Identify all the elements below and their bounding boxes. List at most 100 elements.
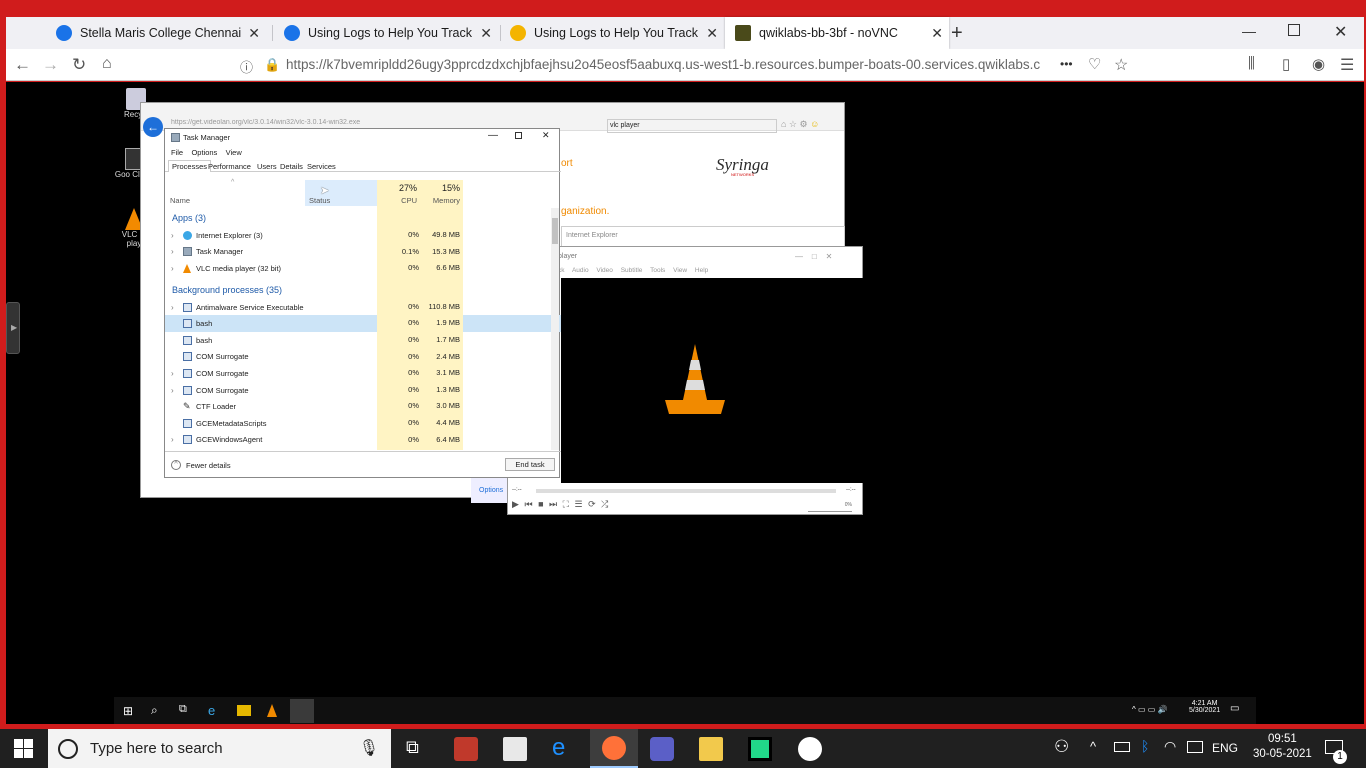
taskbar-clock[interactable]: 09:51 30-05-2021 — [1253, 733, 1312, 760]
task-view-icon[interactable]: ⧉ — [179, 703, 187, 716]
back-icon[interactable]: ← — [14, 55, 31, 75]
expand-chevron-icon[interactable]: › — [171, 264, 174, 273]
name-col-header[interactable]: Name — [170, 196, 190, 205]
language-indicator[interactable]: ENG — [1212, 741, 1238, 755]
remote-clock[interactable]: 4:21 AM 5/30/2021 — [1189, 700, 1220, 714]
teams-icon[interactable] — [650, 737, 674, 761]
file-explorer-icon[interactable] — [237, 705, 251, 716]
background-group-header[interactable]: Background processes (35) — [165, 282, 561, 299]
app-icon-blue[interactable] — [798, 737, 822, 761]
sidebar-icon[interactable]: ▯ — [1282, 55, 1290, 73]
home-icon[interactable]: ⌂ — [102, 55, 112, 73]
vlc-window-controls[interactable]: — □ ✕ — [795, 252, 832, 261]
close-tab-icon[interactable]: ✕ — [248, 25, 260, 42]
ie-back-icon[interactable]: ← — [143, 117, 163, 137]
end-task-button[interactable]: End task — [505, 458, 555, 471]
next-icon[interactable]: ⏭ — [549, 499, 557, 509]
tm-maximize-icon[interactable] — [515, 132, 522, 139]
minimize-icon[interactable]: — — [1242, 23, 1256, 39]
remote-notification-icon[interactable]: ▭ — [1230, 703, 1239, 714]
vlc-volume[interactable]: 0% — [808, 502, 852, 512]
taskmgr-taskbar-icon[interactable] — [290, 699, 314, 723]
microphone-icon[interactable]: 🎙 — [359, 738, 379, 758]
windows-start-icon[interactable] — [14, 739, 34, 759]
fullscreen-icon[interactable]: ⛶ — [563, 499, 569, 509]
tm-close-icon[interactable]: ✕ — [542, 130, 550, 141]
close-tab-icon[interactable]: ✕ — [480, 25, 492, 42]
menu-view[interactable]: View — [226, 148, 242, 157]
info-icon[interactable]: ⓘ — [240, 57, 253, 76]
tab-details[interactable]: Details — [280, 162, 303, 171]
table-row[interactable]: › Antimalware Service Executable 0% 110.8 M… — [165, 298, 561, 316]
stop-icon[interactable]: ■ — [538, 499, 543, 509]
forward-icon[interactable]: → — [42, 55, 59, 75]
file-explorer-icon[interactable] — [699, 737, 723, 761]
tab-services[interactable]: Services — [307, 162, 336, 171]
shuffle-icon[interactable]: ⤮ — [601, 499, 608, 509]
table-row[interactable]: ✎ CTF Loader 0% 3.0 MB — [165, 398, 561, 415]
tab-novnc[interactable]: qwiklabs-bb-3bf - noVNC ✕ — [725, 17, 949, 49]
cpu-col-header[interactable]: 27% CPU — [377, 180, 420, 206]
page-actions-button[interactable]: ••• — [1060, 57, 1073, 71]
table-row[interactable]: GCEMetadataScripts 0% 4.4 MB — [165, 415, 561, 432]
apps-group-header[interactable]: Apps (3) — [165, 210, 561, 227]
url-bar[interactable]: https://k7bvemripldd26ugy3pprcdzdxchjbfa… — [286, 51, 1066, 78]
reload-icon[interactable]: ↻ — [72, 55, 86, 75]
memory-col-header[interactable]: 15% Memory — [420, 180, 463, 206]
table-row[interactable]: › Task Manager 0.1% 15.3 MB — [165, 243, 561, 261]
new-tab-button[interactable]: + — [951, 22, 963, 45]
menu-options[interactable]: Options — [191, 148, 217, 157]
menu-icon[interactable]: ☰ — [1340, 55, 1354, 75]
loop-icon[interactable]: ⟳ — [588, 499, 596, 509]
firefox-taskbar-button[interactable] — [590, 729, 638, 768]
app-icon-game[interactable] — [454, 737, 478, 761]
vlc-seek-bar[interactable] — [536, 489, 836, 493]
bookmark-star-icon[interactable]: ☆ — [1114, 55, 1128, 75]
tab-using-logs-1[interactable]: Using Logs to Help You Track D ✕ — [274, 17, 498, 49]
close-tab-icon[interactable]: ✕ — [931, 25, 943, 42]
expand-chevron-icon[interactable]: › — [171, 435, 174, 444]
battery-icon[interactable] — [1114, 742, 1130, 752]
expand-chevron-icon[interactable]: › — [171, 231, 174, 240]
novnc-control-bar-handle[interactable]: ▶ — [6, 302, 20, 354]
bluetooth-icon[interactable]: ᛒ — [1141, 738, 1149, 754]
show-hidden-icons[interactable]: ^ — [1090, 739, 1096, 754]
account-icon[interactable]: ◉ — [1312, 55, 1325, 73]
tab-processes[interactable]: Processes — [168, 160, 212, 172]
tab-performance[interactable]: Performance — [208, 162, 251, 171]
ie-dialog[interactable]: Internet Explorer — [561, 226, 845, 248]
table-row[interactable]: › COM Surrogate 0% 1.3 MB — [165, 381, 561, 399]
tm-scrollbar[interactable] — [551, 208, 559, 450]
expand-chevron-icon[interactable]: › — [171, 369, 174, 378]
taskbar-search-box[interactable]: Type here to search 🎙 — [48, 729, 391, 768]
playlist-icon[interactable]: ☰ — [574, 499, 582, 509]
tab-users[interactable]: Users — [257, 162, 277, 171]
remote-tray-icons[interactable]: ^ ▭ ▭ 🔊 — [1132, 705, 1168, 714]
maximize-icon[interactable] — [1288, 24, 1300, 36]
expand-chevron-icon[interactable]: › — [171, 303, 174, 312]
people-icon[interactable]: ⚇ — [1054, 737, 1069, 757]
table-row[interactable]: › COM Surrogate 0% 3.1 MB — [165, 365, 561, 382]
play-icon[interactable]: ▶ — [512, 499, 519, 509]
close-tab-icon[interactable]: ✕ — [706, 25, 718, 42]
pocket-icon[interactable]: ♡ — [1088, 55, 1101, 73]
table-row[interactable]: COM Surrogate 0% 2.4 MB — [165, 348, 561, 366]
vlc-controls[interactable]: ▶ ⏮ ■ ⏭ ⛶ ☰ ⟳ ⤮ — [512, 499, 608, 510]
library-icon[interactable]: ⫼ — [1248, 55, 1255, 72]
ie-search-box[interactable]: vlc player — [607, 119, 777, 133]
ie-options-button[interactable]: Options — [471, 475, 508, 503]
search-icon[interactable]: ⌕ — [151, 703, 158, 718]
menu-file[interactable]: File — [171, 148, 183, 157]
prev-icon[interactable]: ⏮ — [524, 499, 532, 509]
expand-chevron-icon[interactable]: › — [171, 386, 174, 395]
fewer-details-link[interactable]: Fewer details — [186, 461, 231, 470]
vlc-taskbar-icon[interactable] — [267, 704, 277, 717]
edge-icon[interactable]: e — [552, 736, 576, 761]
wifi-icon[interactable]: ◠ — [1164, 738, 1176, 755]
close-window-icon[interactable]: ✕ — [1334, 22, 1347, 42]
table-row[interactable]: › Internet Explorer (3) 0% 49.8 MB — [165, 227, 561, 244]
task-view-icon[interactable]: ⧉ — [406, 737, 430, 761]
tab-using-logs-2[interactable]: Using Logs to Help You Track D ✕ — [500, 17, 724, 49]
table-row[interactable]: bash 0% 1.9 MB — [165, 315, 561, 332]
table-row[interactable]: › GCEWindowsAgent 0% 6.4 MB — [165, 431, 561, 449]
